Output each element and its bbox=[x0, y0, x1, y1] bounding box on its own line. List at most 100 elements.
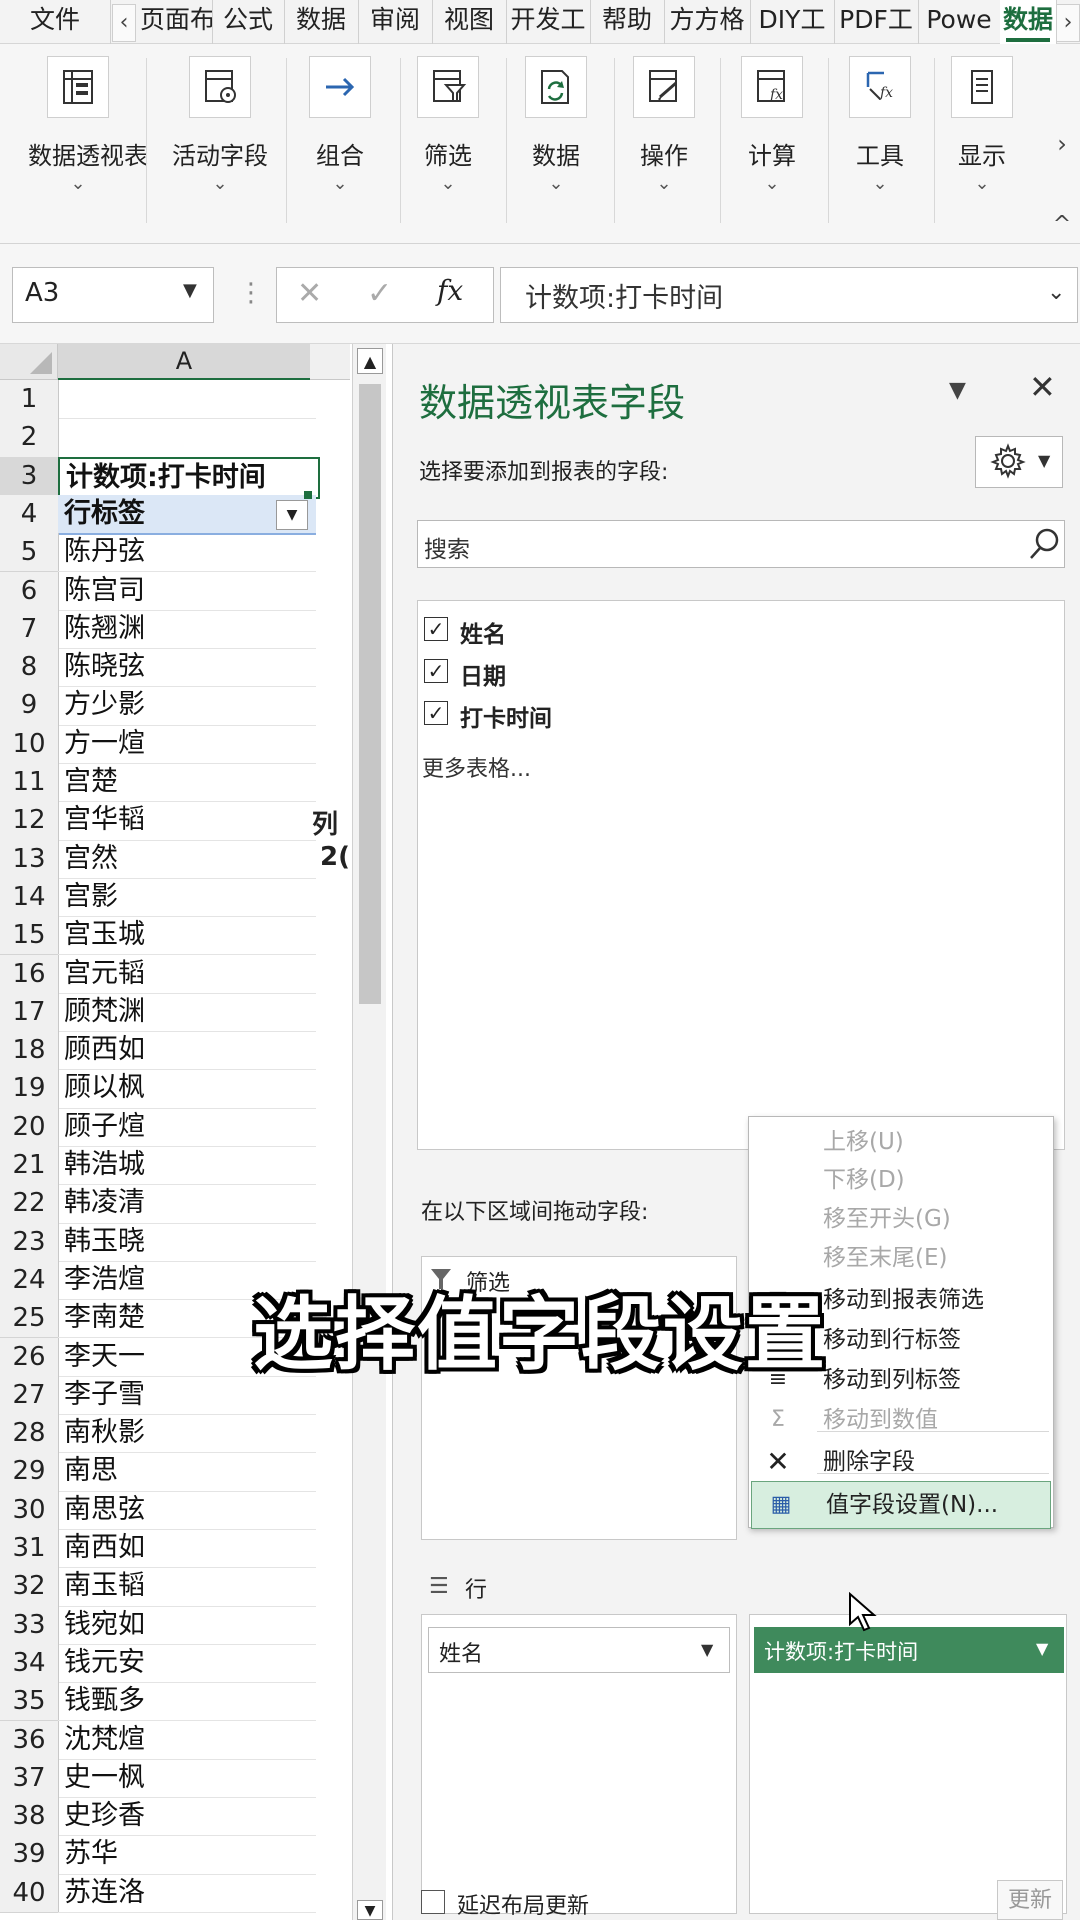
tab-review[interactable]: 审阅 bbox=[358, 0, 433, 44]
row-header[interactable]: 30 bbox=[0, 1490, 59, 1530]
row-header[interactable]: 1 bbox=[0, 380, 59, 420]
row-header[interactable]: 32 bbox=[0, 1567, 59, 1607]
table-row[interactable]: 史一枫 bbox=[58, 1759, 316, 1799]
tab-scroll-right-icon[interactable]: › bbox=[1056, 4, 1080, 42]
confirm-icon[interactable]: ✓ bbox=[367, 276, 392, 311]
table-row[interactable]: 沈梵煊 bbox=[58, 1721, 316, 1760]
row-header[interactable]: 29 bbox=[0, 1452, 59, 1492]
table-row[interactable]: 宫楚 bbox=[58, 763, 316, 803]
checkbox-checked-icon[interactable]: ✓ bbox=[424, 701, 448, 725]
context-menu-item[interactable]: Σ 移动到数值 bbox=[749, 1397, 1055, 1443]
row-header[interactable]: 9 bbox=[0, 686, 59, 726]
row-header[interactable]: 15 bbox=[0, 916, 59, 956]
context-menu-item[interactable]: ▦ 值字段设置(N)... bbox=[751, 1481, 1051, 1529]
tab-fangfang[interactable]: 方方格 bbox=[664, 0, 751, 44]
tab-developer[interactable]: 开发工 bbox=[506, 0, 591, 44]
formula-input[interactable]: 计数项:打卡时间 ⌄ bbox=[500, 267, 1078, 323]
table-row[interactable]: 史珍香 bbox=[58, 1797, 316, 1837]
row-header[interactable]: 10 bbox=[0, 724, 59, 764]
collapse-ribbon-icon[interactable]: ^ bbox=[1050, 212, 1074, 238]
tab-scroll-left-icon[interactable]: ‹ bbox=[112, 4, 136, 42]
select-all-corner[interactable] bbox=[0, 344, 58, 380]
table-row[interactable]: 陈翘渊 bbox=[58, 610, 316, 650]
table-row[interactable]: 顾以枫 bbox=[58, 1069, 316, 1109]
field-item[interactable]: ✓ 姓名 bbox=[422, 611, 1062, 651]
table-row[interactable]: 钱宛如 bbox=[58, 1606, 316, 1645]
tab-data[interactable]: 数据 bbox=[284, 0, 359, 44]
scroll-up-icon[interactable]: ▲ bbox=[357, 348, 383, 374]
update-button[interactable]: 更新 bbox=[997, 1880, 1063, 1920]
row-header[interactable]: 7 bbox=[0, 609, 59, 650]
row-header[interactable]: 2 bbox=[0, 418, 59, 458]
cell-b3[interactable]: 列 bbox=[312, 804, 338, 841]
context-menu-item[interactable]: ✕ 删除字段 bbox=[749, 1439, 1055, 1485]
pane-options-chevron-icon[interactable]: ▼ bbox=[949, 378, 966, 403]
values-area[interactable]: 计数项:打卡时间 ▼ bbox=[749, 1614, 1067, 1914]
ribbon-calculate-button[interactable]: fx 计算 ⌄ bbox=[722, 56, 822, 226]
chevron-down-icon[interactable]: ▼ bbox=[183, 280, 197, 301]
row-header[interactable]: 36 bbox=[0, 1720, 59, 1760]
row-header[interactable]: 13 bbox=[0, 839, 59, 879]
table-row[interactable]: 韩浩城 bbox=[58, 1146, 316, 1186]
row-header[interactable]: 28 bbox=[0, 1414, 59, 1454]
table-row[interactable] bbox=[58, 380, 316, 420]
insert-function-button[interactable]: fx bbox=[437, 274, 463, 307]
table-row[interactable]: 南玉韬 bbox=[58, 1567, 316, 1607]
row-header[interactable]: 4 bbox=[0, 494, 59, 535]
cell-a3-selected[interactable]: 计数项:打卡时间 bbox=[58, 456, 320, 499]
tab-pdf[interactable]: PDF工 bbox=[834, 0, 919, 44]
tab-pivot-analyze[interactable]: 数据 bbox=[1000, 0, 1057, 44]
rows-area-item[interactable]: 姓名 ▼ bbox=[428, 1627, 730, 1673]
tab-formulas[interactable]: 公式 bbox=[212, 0, 285, 44]
table-row[interactable]: 苏连洛 bbox=[58, 1874, 316, 1913]
ribbon-show-button[interactable]: 显示 ⌄ bbox=[936, 56, 1028, 226]
defer-update-checkbox[interactable] bbox=[421, 1890, 445, 1914]
table-row[interactable]: 宫然 bbox=[58, 840, 316, 879]
vertical-scrollbar[interactable]: ▲ ▼ bbox=[352, 344, 386, 1920]
tab-power[interactable]: Powe bbox=[918, 0, 1001, 44]
values-area-item[interactable]: 计数项:打卡时间 ▼ bbox=[754, 1627, 1064, 1673]
expand-formula-bar-icon[interactable]: ⌄ bbox=[1047, 280, 1065, 305]
ribbon-actions-button[interactable]: 操作 ⌄ bbox=[614, 56, 714, 226]
row-header[interactable]: 22 bbox=[0, 1184, 59, 1224]
close-icon[interactable]: ✕ bbox=[1029, 368, 1056, 406]
table-row[interactable]: 南思 bbox=[58, 1452, 316, 1492]
row-header[interactable]: 33 bbox=[0, 1605, 59, 1645]
pane-settings-button[interactable]: ▼ bbox=[975, 436, 1063, 488]
row-header[interactable]: 3 bbox=[0, 456, 60, 496]
table-row[interactable]: 南秋影 bbox=[58, 1414, 316, 1454]
tab-file[interactable]: 文件 bbox=[0, 0, 111, 44]
scroll-down-icon[interactable]: ▼ bbox=[357, 1900, 383, 1920]
table-row[interactable]: 顾子煊 bbox=[58, 1108, 316, 1147]
rows-area[interactable]: 姓名 ▼ bbox=[421, 1614, 737, 1914]
field-item[interactable]: ✓ 日期 bbox=[422, 653, 1062, 693]
row-header[interactable]: 37 bbox=[0, 1758, 59, 1799]
chevron-down-icon[interactable]: ▼ bbox=[1036, 1639, 1048, 1658]
table-row[interactable]: 苏华 bbox=[58, 1835, 316, 1875]
cancel-icon[interactable]: ✕ bbox=[297, 276, 322, 311]
row-header[interactable]: 31 bbox=[0, 1529, 59, 1569]
row-header[interactable]: 5 bbox=[0, 533, 59, 573]
checkbox-checked-icon[interactable]: ✓ bbox=[424, 659, 448, 683]
row-header[interactable]: 18 bbox=[0, 1031, 59, 1071]
row-labels-filter-dropdown-icon[interactable]: ▼ bbox=[276, 499, 308, 530]
table-row[interactable]: 钱甄多 bbox=[58, 1682, 316, 1722]
row-header[interactable]: 19 bbox=[0, 1069, 59, 1109]
table-row[interactable]: 顾西如 bbox=[58, 1031, 316, 1071]
table-row[interactable]: 南思弦 bbox=[58, 1491, 316, 1530]
field-search-input[interactable]: 搜索 bbox=[417, 520, 1065, 568]
row-header[interactable]: 20 bbox=[0, 1107, 59, 1147]
tab-diy[interactable]: DIY工 bbox=[750, 0, 835, 44]
row-header[interactable]: 8 bbox=[0, 648, 59, 688]
ribbon-data-button[interactable]: 数据 ⌄ bbox=[506, 56, 606, 226]
tab-help[interactable]: 帮助 bbox=[590, 0, 665, 44]
row-header[interactable]: 17 bbox=[0, 992, 59, 1033]
name-box[interactable]: A3 ▼ bbox=[12, 267, 214, 323]
row-header[interactable]: 40 bbox=[0, 1873, 59, 1913]
row-header[interactable]: 34 bbox=[0, 1643, 59, 1684]
more-tables-link[interactable]: 更多表格... bbox=[422, 751, 531, 783]
row-header[interactable]: 39 bbox=[0, 1835, 59, 1875]
row-header[interactable]: 14 bbox=[0, 877, 59, 918]
table-row[interactable]: 方一煊 bbox=[58, 725, 316, 764]
ribbon-group-button[interactable]: 组合 ⌄ bbox=[290, 56, 390, 226]
